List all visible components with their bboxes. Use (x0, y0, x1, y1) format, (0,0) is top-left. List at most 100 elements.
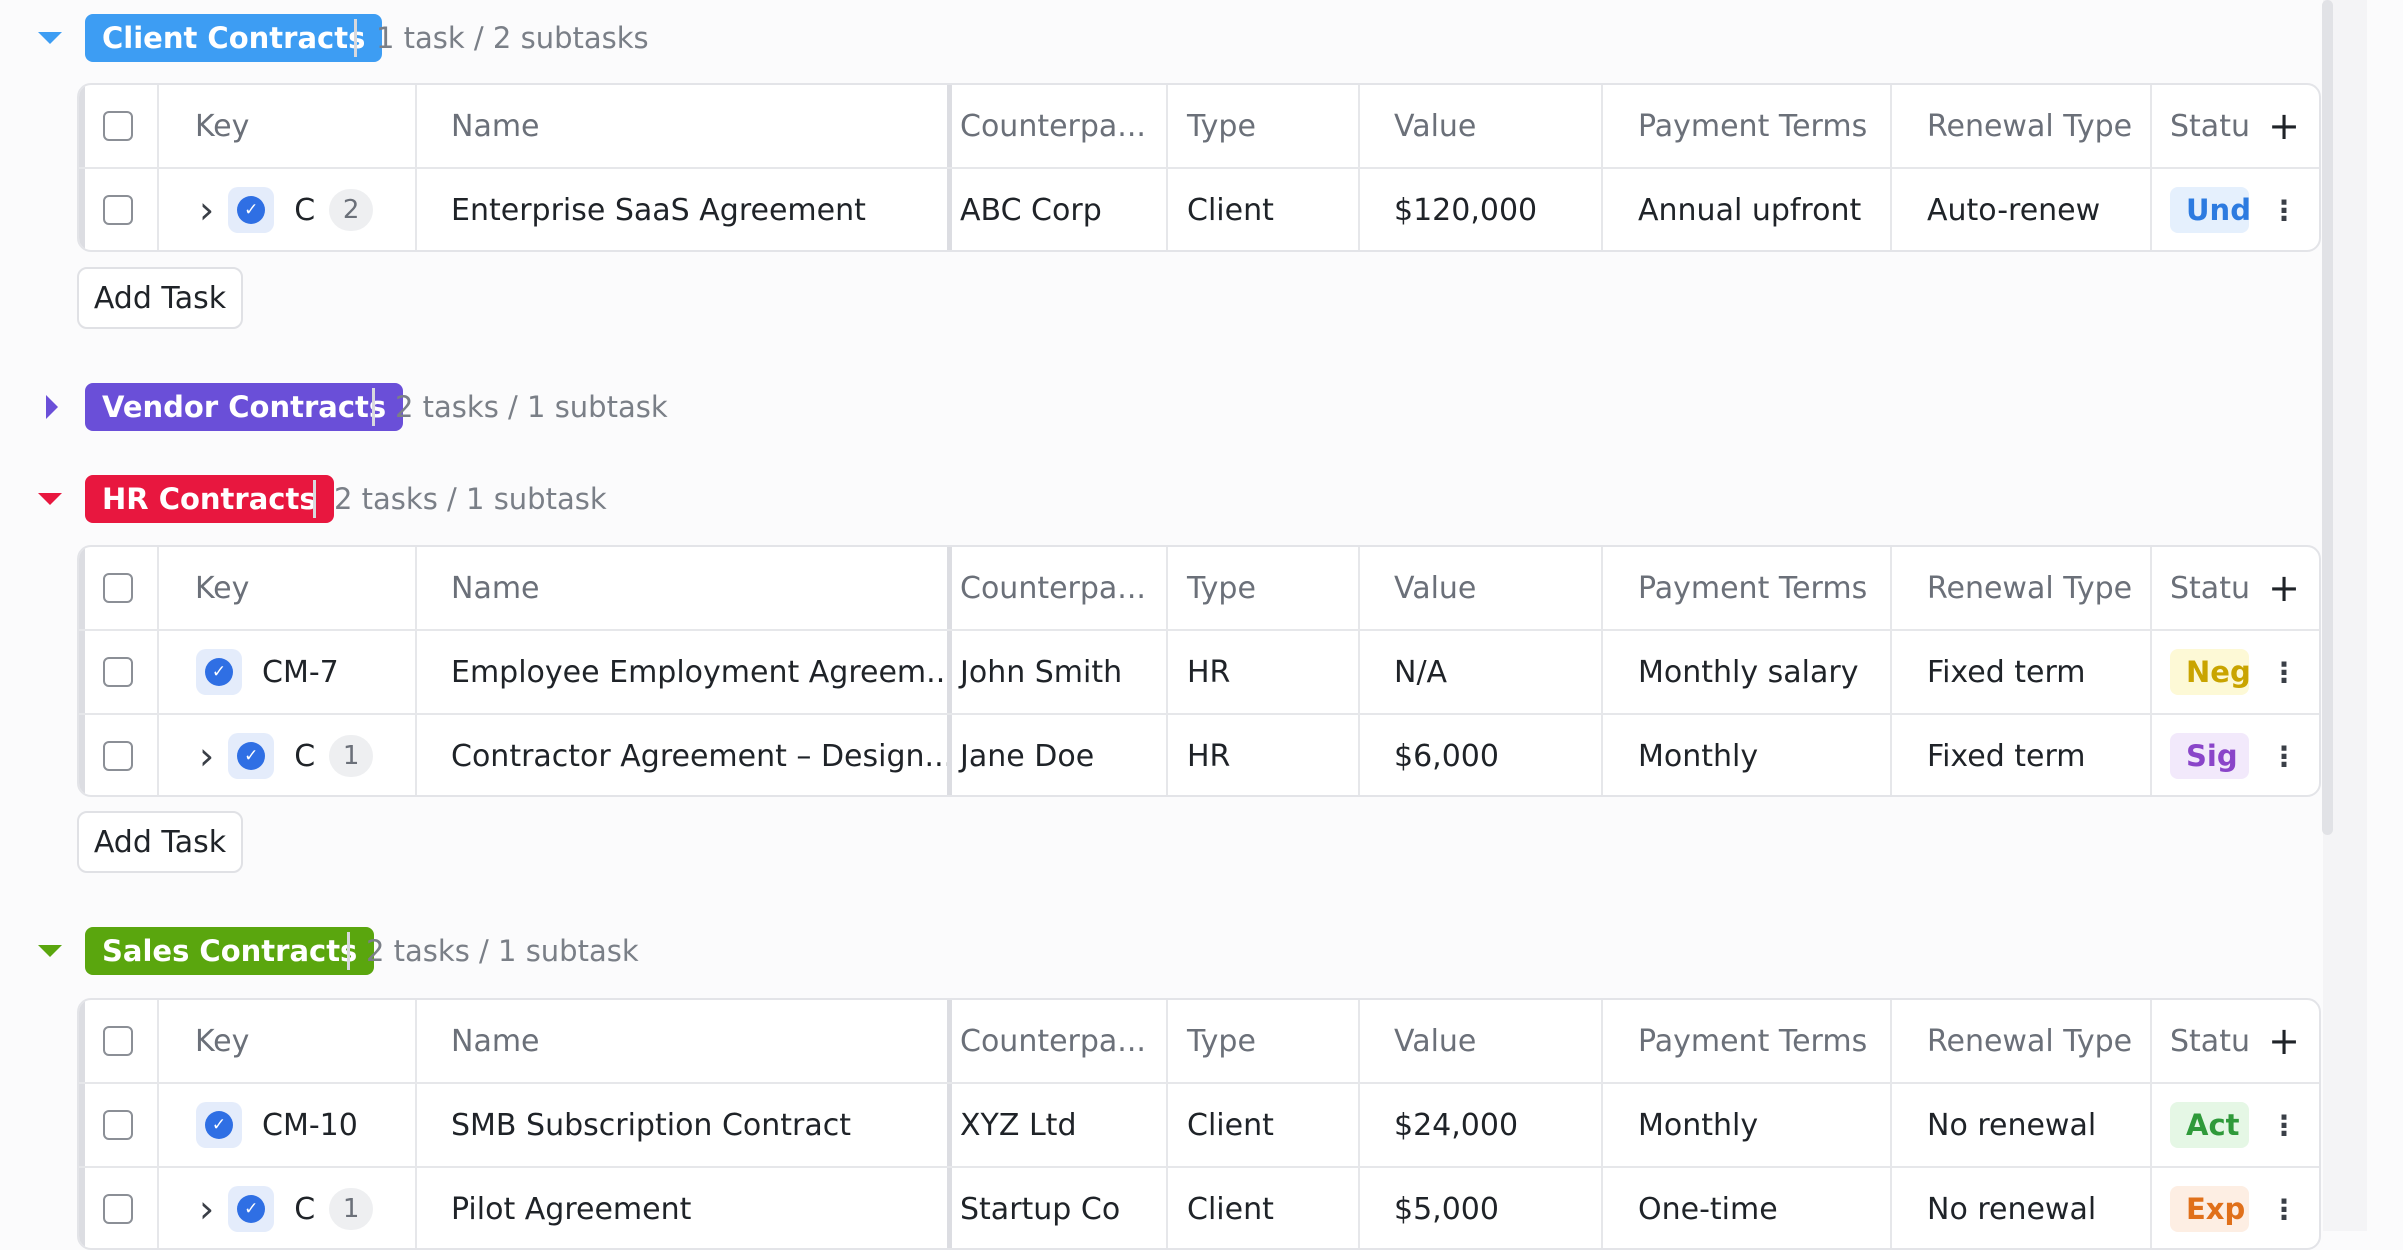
status-cell[interactable]: Exp (2152, 1168, 2249, 1248)
plus-icon[interactable]: + (2268, 107, 2300, 145)
select-all-checkbox[interactable] (103, 573, 133, 603)
table-row[interactable]: ✓ CM-10 SMB Subscription Contract XYZ Ltd Cl… (79, 1084, 2319, 1168)
status-badge[interactable]: Neg (2170, 649, 2249, 695)
status-cell[interactable]: Act (2152, 1084, 2249, 1166)
task-key[interactable]: CM-7 (262, 655, 339, 690)
column-header-name[interactable]: Name (417, 85, 952, 167)
column-header-key[interactable]: Key (159, 85, 417, 167)
renewal-type-cell[interactable]: Fixed term (1892, 715, 2152, 795)
contract-value-cell[interactable]: $6,000 (1360, 715, 1603, 795)
column-header-value[interactable]: Value (1360, 547, 1603, 629)
status-cell[interactable]: Und (2152, 169, 2249, 250)
column-header-value[interactable]: Value (1360, 1000, 1603, 1082)
select-all-checkbox[interactable] (103, 1026, 133, 1056)
column-header-type[interactable]: Type (1168, 547, 1360, 629)
counterparty-cell[interactable]: Startup Co (952, 1168, 1168, 1248)
contract-type-cell[interactable]: Client (1168, 169, 1360, 250)
row-checkbox[interactable] (103, 657, 133, 687)
column-header-name[interactable]: Name (417, 1000, 952, 1082)
subtask-count-badge[interactable]: 2 (329, 189, 374, 231)
column-header-counterparty[interactable]: Counterpa... (952, 547, 1168, 629)
table-row[interactable]: ✓ CM-7 Employee Employment Agreem... John S… (79, 631, 2319, 715)
counterparty-cell[interactable]: John Smith (952, 631, 1168, 713)
scrollbar-thumb[interactable] (2322, 0, 2333, 835)
group-label[interactable]: HR Contracts (85, 475, 334, 523)
contract-type-cell[interactable]: Client (1168, 1084, 1360, 1166)
column-header-status[interactable]: Status (2152, 547, 2249, 629)
contract-value-cell[interactable]: $120,000 (1360, 169, 1603, 250)
more-actions-icon[interactable]: ⋮ (2270, 194, 2298, 227)
caret-down-icon[interactable] (38, 32, 62, 44)
contract-type-cell[interactable]: Client (1168, 1168, 1360, 1248)
column-header-name[interactable]: Name (417, 547, 952, 629)
add-task-button[interactable]: Add Task (77, 267, 243, 329)
task-key[interactable]: CM-10 (262, 1108, 358, 1143)
column-header-counterparty[interactable]: Counterpa... (952, 85, 1168, 167)
caret-down-icon[interactable] (38, 493, 62, 505)
renewal-type-cell[interactable]: No renewal (1892, 1084, 2152, 1166)
task-name-cell[interactable]: Contractor Agreement – Design... (417, 715, 952, 795)
task-key[interactable]: C (294, 193, 315, 228)
column-header-payment-terms[interactable]: Payment Terms (1603, 85, 1892, 167)
status-cell[interactable]: Sig (2152, 715, 2249, 795)
group-header[interactable]: Client Contracts 1 task / 2 subtasks (0, 12, 2300, 64)
table-row[interactable]: › ✓ C 1 Pilot Agreement Startup Co Client $5,00… (79, 1168, 2319, 1248)
task-key[interactable]: C (294, 739, 315, 774)
table-row[interactable]: › ✓ C 2 Enterprise SaaS Agreement ABC Corp Cli… (79, 169, 2319, 250)
renewal-type-cell[interactable]: No renewal (1892, 1168, 2152, 1248)
contract-value-cell[interactable]: $5,000 (1360, 1168, 1603, 1248)
caret-down-icon[interactable] (38, 945, 62, 957)
payment-terms-cell[interactable]: One-time (1603, 1168, 1892, 1248)
counterparty-cell[interactable]: XYZ Ltd (952, 1084, 1168, 1166)
contract-value-cell[interactable]: $24,000 (1360, 1084, 1603, 1166)
renewal-type-cell[interactable]: Fixed term (1892, 631, 2152, 713)
payment-terms-cell[interactable]: Monthly (1603, 715, 1892, 795)
chevron-right-icon[interactable]: › (199, 734, 214, 778)
column-header-payment-terms[interactable]: Payment Terms (1603, 1000, 1892, 1082)
counterparty-cell[interactable]: Jane Doe (952, 715, 1168, 795)
payment-terms-cell[interactable]: Monthly (1603, 1084, 1892, 1166)
column-header-payment-terms[interactable]: Payment Terms (1603, 547, 1892, 629)
row-checkbox[interactable] (103, 195, 133, 225)
status-badge[interactable]: Und (2170, 187, 2249, 233)
subtask-count-badge[interactable]: 1 (329, 1188, 374, 1230)
column-header-key[interactable]: Key (159, 547, 417, 629)
counterparty-cell[interactable]: ABC Corp (952, 169, 1168, 250)
select-all-checkbox[interactable] (103, 111, 133, 141)
task-name-cell[interactable]: Pilot Agreement (417, 1168, 952, 1248)
column-header-renewal-type[interactable]: Renewal Type (1892, 547, 2152, 629)
more-actions-icon[interactable]: ⋮ (2270, 740, 2298, 773)
task-name-cell[interactable]: Employee Employment Agreem... (417, 631, 952, 713)
status-badge[interactable]: Sig (2170, 733, 2249, 779)
caret-right-icon[interactable] (46, 395, 58, 419)
column-header-key[interactable]: Key (159, 1000, 417, 1082)
column-header-status[interactable]: Status (2152, 85, 2249, 167)
plus-icon[interactable]: + (2268, 569, 2300, 607)
column-header-status[interactable]: Status (2152, 1000, 2249, 1082)
more-actions-icon[interactable]: ⋮ (2270, 1109, 2298, 1142)
group-label[interactable]: Vendor Contracts (85, 383, 404, 431)
group-header[interactable]: HR Contracts 2 tasks / 1 subtask (0, 473, 2300, 525)
renewal-type-cell[interactable]: Auto-renew (1892, 169, 2152, 250)
subtask-count-badge[interactable]: 1 (329, 735, 374, 777)
more-actions-icon[interactable]: ⋮ (2270, 1193, 2298, 1226)
task-key[interactable]: C (294, 1192, 315, 1227)
column-header-type[interactable]: Type (1168, 1000, 1360, 1082)
column-header-counterparty[interactable]: Counterpa... (952, 1000, 1168, 1082)
chevron-right-icon[interactable]: › (199, 188, 214, 232)
status-badge[interactable]: Act (2170, 1102, 2249, 1148)
payment-terms-cell[interactable]: Monthly salary (1603, 631, 1892, 713)
status-badge[interactable]: Exp (2170, 1186, 2249, 1232)
status-cell[interactable]: Neg (2152, 631, 2249, 713)
add-task-button[interactable]: Add Task (77, 811, 243, 873)
plus-icon[interactable]: + (2268, 1022, 2300, 1060)
group-label[interactable]: Sales Contracts (85, 927, 375, 975)
column-header-renewal-type[interactable]: Renewal Type (1892, 85, 2152, 167)
contract-type-cell[interactable]: HR (1168, 631, 1360, 713)
payment-terms-cell[interactable]: Annual upfront (1603, 169, 1892, 250)
task-name-cell[interactable]: Enterprise SaaS Agreement (417, 169, 952, 250)
column-header-type[interactable]: Type (1168, 85, 1360, 167)
column-header-renewal-type[interactable]: Renewal Type (1892, 1000, 2152, 1082)
more-actions-icon[interactable]: ⋮ (2270, 656, 2298, 689)
table-row[interactable]: › ✓ C 1 Contractor Agreement – Design... Jane… (79, 715, 2319, 795)
